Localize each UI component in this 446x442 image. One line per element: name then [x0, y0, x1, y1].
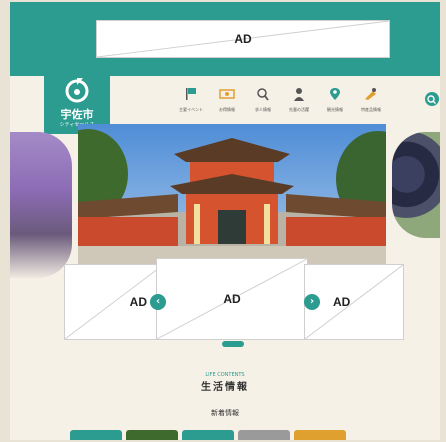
carousel-next-button[interactable]: › — [304, 294, 320, 310]
nav-events-label: 主要イベント — [179, 107, 203, 112]
news-thumb[interactable] — [126, 430, 178, 440]
news-thumb[interactable] — [238, 430, 290, 440]
flag-icon — [186, 88, 196, 100]
logo-title: 宇佐市 — [60, 108, 94, 121]
nav-products-label: 特産品情報 — [361, 107, 381, 112]
nav-jobs-label: 求人情報 — [255, 107, 271, 112]
person-icon — [294, 88, 304, 101]
chevron-left-icon: ‹ — [155, 296, 161, 307]
nav-seniors-label: 先輩の活躍 — [289, 107, 309, 112]
life-contents-title: 生活情報 — [201, 382, 249, 393]
nav-jobs[interactable]: 求人情報 — [250, 86, 276, 116]
nav-tourism[interactable]: 観光情報 — [322, 86, 348, 116]
ticket-icon — [219, 89, 235, 99]
nav-products[interactable]: 特産品情報 — [358, 86, 384, 116]
ad-top[interactable]: AD — [96, 20, 390, 58]
ad-top-label: AD — [234, 32, 252, 46]
main-nav: 主要イベント お得情報 求人情報 先輩の活躍 観光情報 特産品情報 — [178, 86, 384, 116]
food-icon — [365, 88, 376, 100]
carousel-prev-button[interactable]: ‹ — [150, 294, 166, 310]
news-thumb[interactable] — [182, 430, 234, 440]
logo-mark-icon — [65, 78, 89, 103]
nav-events[interactable]: 主要イベント — [178, 86, 204, 116]
shrine-illustration — [78, 124, 386, 264]
page: AD 宇佐市 シティセールス 主要イベント お得情報 求人情報 先輩の活躍 観光… — [10, 2, 440, 440]
nav-tourism-label: 観光情報 — [327, 107, 343, 112]
chevron-right-icon: › — [309, 296, 315, 307]
slide-next-photo[interactable] — [392, 132, 440, 238]
top-banner-bar: AD — [10, 2, 440, 76]
news-thumb[interactable] — [294, 430, 346, 440]
ad-center-label: AD — [223, 292, 241, 306]
hero-shrine-photo[interactable] — [78, 124, 386, 264]
new-info-heading: 新着情報 — [211, 409, 239, 417]
ad-center[interactable]: AD — [156, 258, 308, 340]
nav-deals-label: お得情報 — [219, 107, 235, 112]
life-contents-header: LIFE CONTENTS 生活情報 — [10, 372, 440, 393]
ad-left[interactable]: AD — [64, 264, 164, 340]
search-button[interactable] — [425, 92, 439, 106]
map-pin-icon — [330, 88, 340, 100]
nav-seniors[interactable]: 先輩の活躍 — [286, 86, 312, 116]
news-thumb[interactable] — [70, 430, 122, 440]
new-info-thumbnails — [70, 430, 346, 440]
ad-left-label: AD — [129, 295, 147, 309]
search-icon — [427, 95, 436, 104]
slide-prev-photo[interactable] — [10, 132, 72, 278]
carousel-indicator[interactable] — [222, 341, 244, 347]
nav-deals[interactable]: お得情報 — [214, 86, 240, 116]
magnifier-icon — [257, 88, 269, 101]
